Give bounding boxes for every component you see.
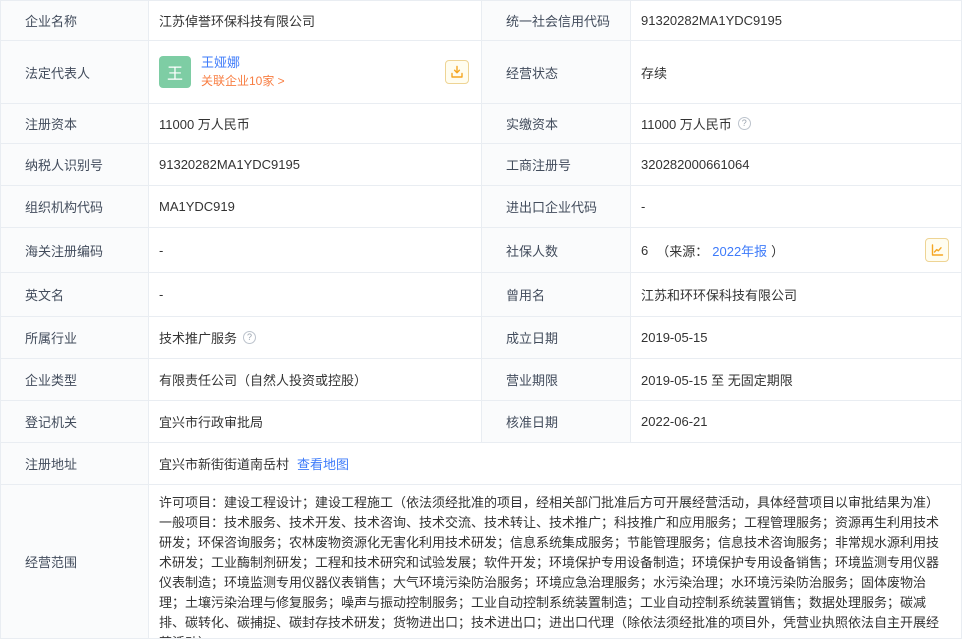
trend-chart-button[interactable] (925, 238, 949, 262)
business-term-value: 2019-05-15 至 无固定期限 (631, 359, 961, 400)
row-type: 企业类型 有限责任公司（自然人投资或控股） 营业期限 2019-05-15 至 … (1, 359, 961, 401)
row-industry: 所属行业 技术推广服务 ? 成立日期 2019-05-15 (1, 317, 961, 359)
registry-label: 登记机关 (1, 401, 149, 442)
status-value: 存续 (631, 41, 961, 103)
established-value: 2019-05-15 (631, 317, 961, 358)
row-legal-rep: 法定代表人 王 王娅娜 关联企业10家 > 经营状态 存续 (1, 41, 961, 104)
status-label: 经营状态 (482, 41, 631, 103)
download-button[interactable] (445, 60, 469, 84)
row-taxpayer: 纳税人识别号 91320282MA1YDC9195 工商注册号 32028200… (1, 144, 961, 186)
import-export-code-value: - (631, 186, 961, 227)
paid-capital-cell: 11000 万人民币 ? (631, 104, 961, 143)
org-code-value: MA1YDC919 (149, 186, 482, 227)
reg-number-value: 320282000661064 (631, 144, 961, 185)
company-type-value: 有限责任公司（自然人投资或控股） (149, 359, 482, 400)
industry-value: 技术推广服务 (159, 328, 237, 347)
help-icon[interactable]: ? (738, 117, 751, 130)
english-name-value: - (149, 273, 482, 316)
company-info-table: 企业名称 江苏倬誉环保科技有限公司 统一社会信用代码 91320282MA1YD… (0, 0, 962, 639)
view-map-link[interactable]: 查看地图 (297, 454, 349, 473)
reg-number-label: 工商注册号 (482, 144, 631, 185)
social-security-count: 6 (641, 243, 648, 258)
row-org-code: 组织机构代码 MA1YDC919 进出口企业代码 - (1, 186, 961, 228)
related-companies-link[interactable]: 关联企业10家 > (201, 72, 285, 90)
annual-report-link[interactable]: 2022年报 (712, 241, 767, 260)
business-scope-cell: 许可项目：建设工程设计；建设工程施工（依法须经批准的项目，经相关部门批准后方可开… (149, 485, 961, 638)
download-icon (450, 65, 464, 79)
company-name-value: 江苏倬誉环保科技有限公司 (149, 1, 482, 40)
industry-label: 所属行业 (1, 317, 149, 358)
legal-rep-name-link[interactable]: 王娅娜 (201, 54, 285, 72)
english-name-label: 英文名 (1, 273, 149, 316)
social-security-source-prefix: （来源： (656, 241, 708, 260)
former-name-label: 曾用名 (482, 273, 631, 316)
paid-capital-value: 11000 万人民币 (641, 114, 732, 133)
legal-rep-avatar[interactable]: 王 (159, 56, 191, 88)
reg-capital-value: 11000 万人民币 (149, 104, 482, 143)
credit-code-label: 统一社会信用代码 (482, 1, 631, 40)
row-capital: 注册资本 11000 万人民币 实缴资本 11000 万人民币 ? (1, 104, 961, 144)
row-business-scope: 经营范围 许可项目：建设工程设计；建设工程施工（依法须经批准的项目，经相关部门批… (1, 485, 961, 638)
business-scope-text: 许可项目：建设工程设计；建设工程施工（依法须经批准的项目，经相关部门批准后方可开… (159, 493, 941, 638)
social-security-source-suffix: ） (771, 241, 784, 260)
address-cell: 宜兴市新街街道南岳村 查看地图 (149, 443, 961, 484)
address-label: 注册地址 (1, 443, 149, 484)
industry-cell: 技术推广服务 ? (149, 317, 482, 358)
row-address: 注册地址 宜兴市新街街道南岳村 查看地图 (1, 443, 961, 485)
taxpayer-id-label: 纳税人识别号 (1, 144, 149, 185)
taxpayer-id-value: 91320282MA1YDC9195 (149, 144, 482, 185)
business-scope-label: 经营范围 (1, 485, 149, 638)
org-code-label: 组织机构代码 (1, 186, 149, 227)
reg-capital-label: 注册资本 (1, 104, 149, 143)
customs-code-value: - (149, 228, 482, 272)
row-customs: 海关注册编码 - 社保人数 6 （来源： 2022年报 ） (1, 228, 961, 273)
former-name-value: 江苏和环环保科技有限公司 (631, 273, 961, 316)
address-value: 宜兴市新街街道南岳村 (159, 454, 289, 473)
approval-date-label: 核准日期 (482, 401, 631, 442)
row-names: 英文名 - 曾用名 江苏和环环保科技有限公司 (1, 273, 961, 317)
company-name-label: 企业名称 (1, 1, 149, 40)
customs-code-label: 海关注册编码 (1, 228, 149, 272)
established-label: 成立日期 (482, 317, 631, 358)
social-security-cell: 6 （来源： 2022年报 ） (631, 228, 961, 272)
social-security-label: 社保人数 (482, 228, 631, 272)
help-icon[interactable]: ? (243, 331, 256, 344)
company-type-label: 企业类型 (1, 359, 149, 400)
approval-date-value: 2022-06-21 (631, 401, 961, 442)
row-company-name: 企业名称 江苏倬誉环保科技有限公司 统一社会信用代码 91320282MA1YD… (1, 1, 961, 41)
line-chart-icon (930, 243, 944, 257)
legal-rep-label: 法定代表人 (1, 41, 149, 103)
registry-value: 宜兴市行政审批局 (149, 401, 482, 442)
import-export-code-label: 进出口企业代码 (482, 186, 631, 227)
business-term-label: 营业期限 (482, 359, 631, 400)
legal-rep-links: 王娅娜 关联企业10家 > (201, 54, 285, 90)
paid-capital-label: 实缴资本 (482, 104, 631, 143)
credit-code-value: 91320282MA1YDC9195 (631, 1, 961, 40)
row-registry: 登记机关 宜兴市行政审批局 核准日期 2022-06-21 (1, 401, 961, 443)
legal-rep-cell: 王 王娅娜 关联企业10家 > (149, 41, 482, 103)
